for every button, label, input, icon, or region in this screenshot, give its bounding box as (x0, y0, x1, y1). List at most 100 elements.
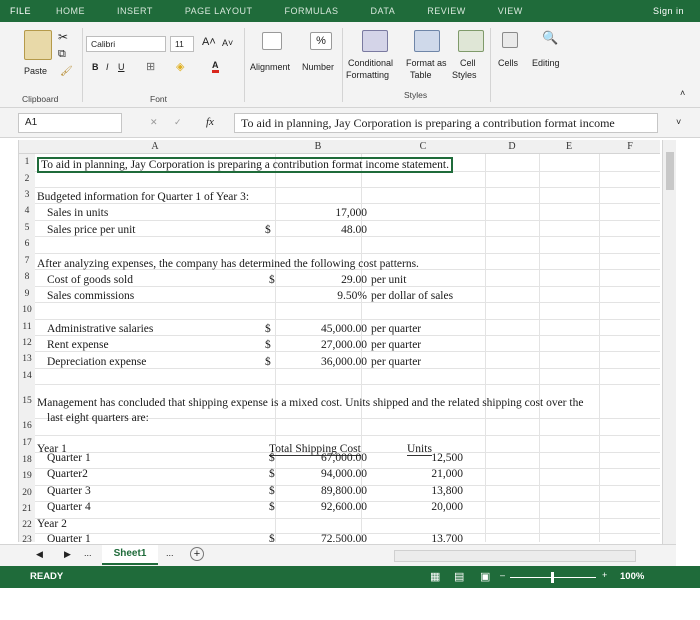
cells-icon[interactable] (502, 32, 518, 48)
zoom-level[interactable]: 100% (620, 571, 644, 582)
paste-icon[interactable] (24, 30, 52, 60)
tab-view[interactable]: VIEW (482, 6, 539, 16)
cell-d23[interactable]: 13,700 (387, 533, 463, 542)
cell-b12[interactable]: $ (265, 339, 271, 351)
bold-button[interactable]: B (92, 62, 99, 72)
sign-in-link[interactable]: Sign in (637, 6, 700, 16)
conditional-formatting-icon[interactable] (362, 30, 388, 52)
borders-icon[interactable]: ⊞ (146, 60, 155, 73)
row-header[interactable]: 19 (19, 468, 35, 485)
copy-icon[interactable]: ⧉ (58, 48, 66, 61)
quarter-units[interactable]: 20,000 (387, 501, 463, 513)
cell-a11[interactable]: Administrative salaries (47, 323, 153, 335)
horizontal-scrollbar[interactable] (394, 550, 636, 562)
cell-b23[interactable]: $ (269, 533, 275, 542)
conditional-formatting-button-line2[interactable]: Formatting (346, 70, 389, 80)
quarter-shipping-cost[interactable]: 92,600.00 (295, 501, 367, 513)
row-header[interactable]: 6 (19, 236, 35, 253)
select-all-corner[interactable] (19, 140, 35, 154)
quarter-dollar[interactable]: $ (269, 452, 275, 464)
row-header[interactable]: 11 (19, 319, 35, 335)
quarter-shipping-cost[interactable]: 89,800.00 (295, 485, 367, 497)
alignment-button[interactable]: Alignment (250, 62, 290, 72)
tab-file[interactable]: FILE (0, 6, 40, 16)
quarter-units[interactable]: 13,800 (387, 485, 463, 497)
number-button[interactable]: Number (302, 62, 334, 72)
row-header[interactable]: 12 (19, 335, 35, 351)
format-as-table-button[interactable]: Format as (406, 58, 447, 68)
cell-a22[interactable]: Year 2 (37, 518, 67, 530)
row-header[interactable]: 13 (19, 351, 35, 368)
cell-c8[interactable]: 29.00 (299, 274, 367, 286)
cell-a8[interactable]: Cost of goods sold (47, 274, 133, 286)
font-color-icon[interactable]: A (212, 60, 219, 73)
cell-a9[interactable]: Sales commissions (47, 290, 134, 302)
row-header[interactable]: 4 (19, 203, 35, 220)
quarter-units[interactable]: 12,500 (387, 452, 463, 464)
zoom-in-icon[interactable]: + (602, 570, 607, 580)
row-header[interactable]: 7 (19, 253, 35, 269)
tab-home[interactable]: HOME (40, 6, 101, 16)
cell-a4[interactable]: Sales in units (47, 207, 108, 219)
grow-font-icon[interactable]: A˄ (202, 36, 216, 48)
vertical-scrollbar[interactable] (662, 140, 676, 544)
quarter-label[interactable]: Quarter 3 (47, 485, 91, 497)
column-header-a[interactable]: A (35, 140, 275, 154)
quarter-label[interactable]: Quarter 1 (47, 452, 91, 464)
conditional-formatting-button[interactable]: Conditional (348, 58, 393, 68)
quarter-shipping-cost[interactable]: 94,000.00 (295, 468, 367, 480)
row-header[interactable]: 23 (19, 533, 35, 542)
cell-d13[interactable]: per quarter (371, 356, 421, 368)
add-sheet-icon[interactable]: + (190, 547, 204, 561)
next-sheet-icon[interactable]: ▶ (64, 549, 71, 560)
quarter-units[interactable]: 21,000 (387, 468, 463, 480)
row-header[interactable]: 1 (19, 154, 35, 171)
zoom-slider-knob[interactable] (551, 572, 554, 583)
row-header[interactable]: 10 (19, 302, 35, 319)
cell-b8[interactable]: $ (269, 274, 275, 286)
tab-data[interactable]: DATA (355, 6, 412, 16)
enter-icon[interactable]: ✓ (174, 117, 182, 128)
quarter-dollar[interactable]: $ (269, 468, 275, 480)
normal-view-icon[interactable]: ▦ (430, 570, 440, 583)
cell-a15[interactable]: Management has concluded that shipping e… (37, 397, 583, 409)
row-header[interactable]: 16 (19, 418, 35, 435)
column-header-d[interactable]: D (485, 140, 539, 154)
cell-c12[interactable]: 27,000.00 (295, 339, 367, 351)
cell-b13[interactable]: $ (265, 356, 271, 368)
italic-button[interactable]: I (106, 62, 109, 72)
row-header[interactable]: 15 (19, 384, 35, 418)
cell-a7[interactable]: After analyzing expenses, the company ha… (37, 258, 419, 270)
worksheet-grid[interactable]: A B C D E F 1 2 3 4 5 6 7 8 9 10 11 12 13 14 15 16 17 18 1… (18, 140, 660, 542)
cell-styles-icon[interactable] (458, 30, 484, 52)
editing-icon[interactable]: 🔍 (542, 30, 558, 46)
quarter-dollar[interactable]: $ (269, 501, 275, 513)
quarter-shipping-cost[interactable]: 67,000.00 (295, 452, 367, 464)
format-as-table-icon[interactable] (414, 30, 440, 52)
cell-c11[interactable]: 45,000.00 (295, 323, 367, 335)
cell-a13[interactable]: Depreciation expense (47, 356, 146, 368)
cell-c5[interactable]: 48.00 (299, 224, 367, 236)
cell-c4[interactable]: 17,000 (299, 207, 367, 219)
row-header[interactable]: 14 (19, 368, 35, 384)
zoom-out-icon[interactable]: – (500, 570, 505, 580)
sheet-overflow-right[interactable]: ... (166, 548, 174, 558)
tab-formulas[interactable]: FORMULAS (269, 6, 355, 16)
cell-c13[interactable]: 36,000.00 (295, 356, 367, 368)
cell-styles-button[interactable]: Cell (460, 58, 476, 68)
collapse-ribbon-icon[interactable]: ˄ (680, 88, 685, 98)
cell-d9[interactable]: per dollar of sales (371, 290, 453, 302)
formula-input[interactable]: To aid in planning, Jay Corporation is p… (234, 113, 658, 133)
paste-button[interactable]: Paste (24, 66, 47, 76)
row-header[interactable]: 8 (19, 269, 35, 286)
sheet-overflow-left[interactable]: ... (84, 548, 92, 558)
underline-button[interactable]: U (118, 62, 125, 72)
number-format-icon[interactable]: % (310, 32, 332, 50)
shrink-font-icon[interactable]: A˅ (222, 38, 233, 48)
quarter-dollar[interactable]: $ (269, 485, 275, 497)
page-layout-view-icon[interactable]: ▤ (454, 570, 464, 583)
cancel-icon[interactable]: ✕ (150, 117, 158, 128)
row-header[interactable]: 17 (19, 435, 35, 452)
cell-a23[interactable]: Quarter 1 (47, 533, 91, 542)
name-box[interactable]: A1 (18, 113, 122, 133)
